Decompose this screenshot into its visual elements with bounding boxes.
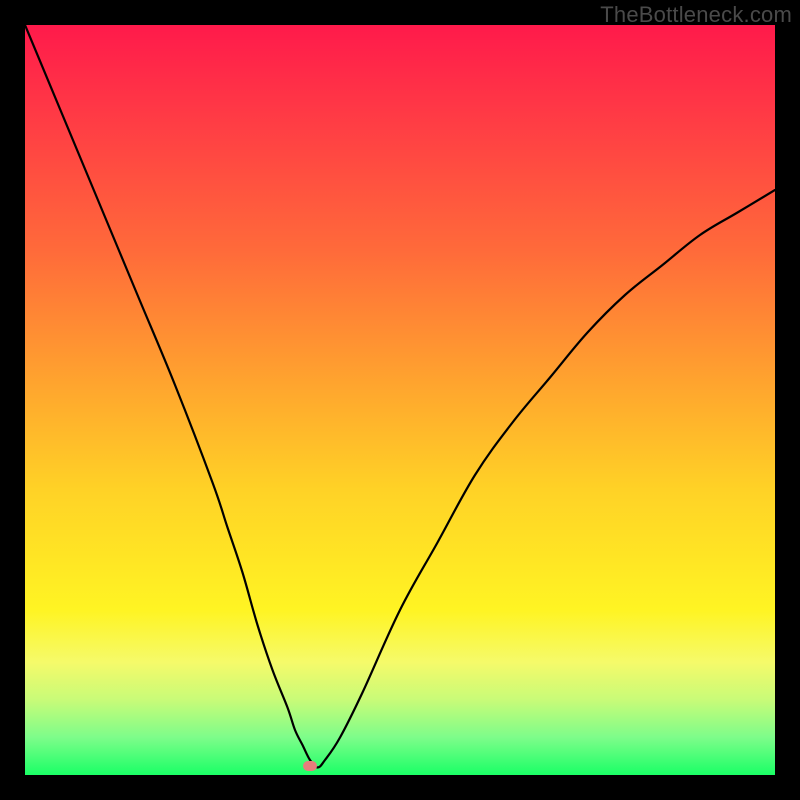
chart-frame (25, 25, 775, 775)
bottleneck-curve (25, 25, 775, 775)
watermark-text: TheBottleneck.com (600, 2, 792, 28)
optimum-marker (303, 761, 317, 771)
